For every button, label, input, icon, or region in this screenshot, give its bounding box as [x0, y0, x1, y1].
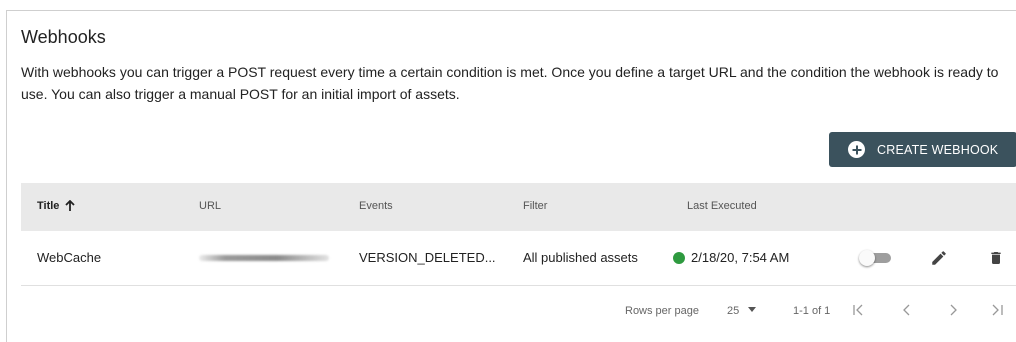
pencil-icon[interactable] [930, 249, 948, 267]
pagination-bar: Rows per page 25 1-1 of 1 [21, 286, 1016, 336]
caret-down-icon [748, 307, 757, 312]
status-dot-icon [673, 252, 685, 264]
last-page-icon[interactable] [989, 302, 1005, 318]
table-header: Title URL Events Filter Last Executed [21, 183, 1016, 231]
first-page-icon[interactable] [851, 302, 867, 318]
webhook-filter: All published assets [523, 250, 638, 265]
column-header-title[interactable]: Title [37, 200, 76, 212]
webhook-title: WebCache [37, 250, 102, 265]
previous-page-icon[interactable] [899, 302, 915, 318]
column-header-title-label: Title [37, 200, 60, 212]
webhook-last-executed: 2/18/20, 7:54 AM [673, 250, 789, 265]
next-page-icon[interactable] [945, 302, 961, 318]
create-webhook-label: CREATE WEBHOOK [877, 142, 999, 157]
rows-per-page-value: 25 [727, 305, 740, 317]
trash-icon[interactable] [988, 249, 1004, 267]
table-row[interactable]: WebCache VERSION_DELETED... All publishe… [21, 231, 1016, 286]
page-title: Webhooks [21, 27, 106, 47]
webhook-events: VERSION_DELETED... [359, 250, 496, 265]
rows-per-page-select[interactable]: 25 [727, 305, 757, 317]
column-header-filter[interactable]: Filter [523, 200, 547, 212]
page-description: With webhooks you can trigger a POST req… [21, 64, 999, 102]
pagination-range: 1-1 of 1 [793, 305, 831, 317]
arrow-up-icon [65, 200, 76, 211]
plus-circle-icon [848, 141, 865, 158]
url-redacted [199, 255, 329, 261]
column-header-url[interactable]: URL [199, 200, 221, 212]
toggle-thumb [859, 250, 875, 266]
column-header-events[interactable]: Events [359, 200, 393, 212]
rows-per-page-label: Rows per page [625, 305, 699, 317]
enable-toggle[interactable] [859, 250, 893, 266]
last-executed-value: 2/18/20, 7:54 AM [691, 250, 790, 265]
column-header-last-executed[interactable]: Last Executed [687, 200, 757, 212]
webhooks-panel: Webhooks With webhooks you can trigger a… [6, 10, 1016, 342]
create-webhook-button[interactable]: CREATE WEBHOOK [829, 132, 1016, 167]
